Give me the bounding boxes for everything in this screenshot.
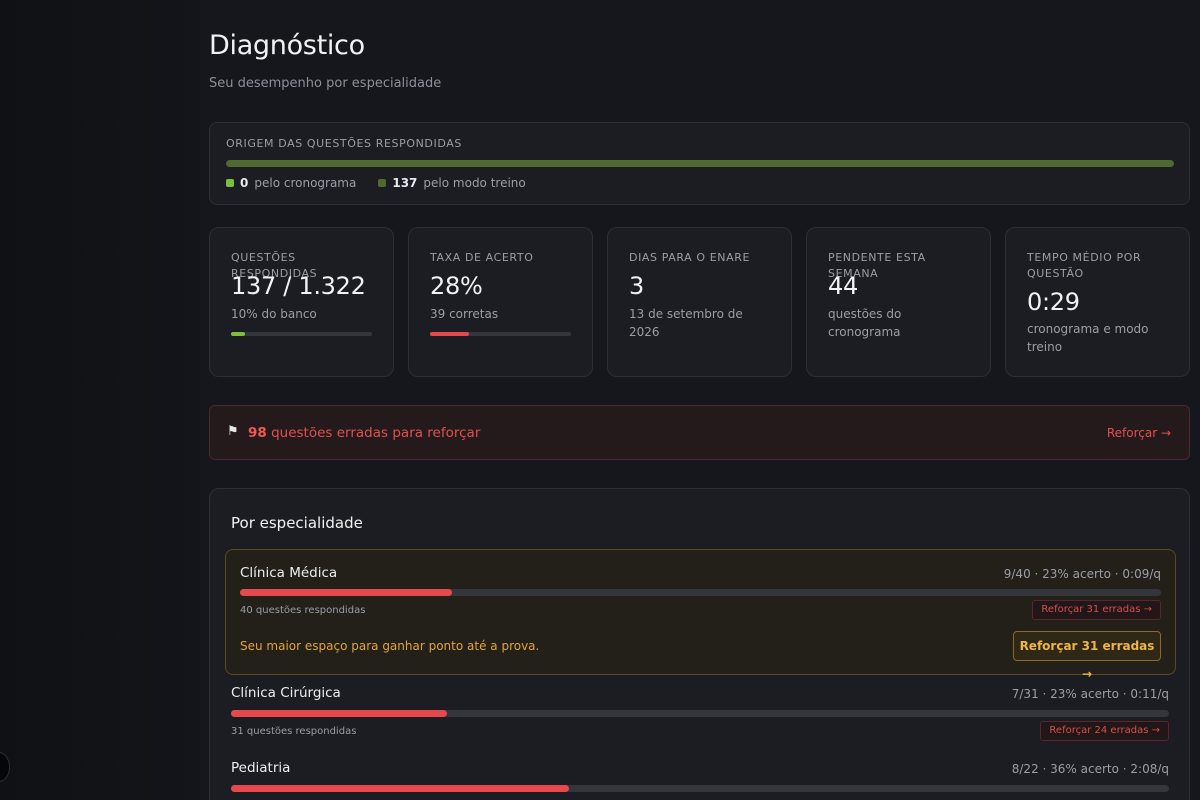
accuracy-progress-track [430, 332, 571, 336]
specialty-progress-fill [240, 589, 452, 596]
stat-card-accuracy: TAXA DE ACERTO 28% 39 corretas [408, 227, 593, 377]
stat-card-pending: PENDENTE ESTA SEMANA 44 questões do cron… [806, 227, 991, 377]
stat-value: 28% [430, 272, 483, 300]
reinforce-cta-button[interactable]: Reforçar 31 erradas → [1013, 631, 1161, 681]
schedule-swatch [226, 179, 234, 187]
specialty-hint: Seu maior espaço para ganhar ponto até a… [240, 639, 540, 653]
specialties-title: Por especialidade [231, 514, 363, 532]
answered-progress-fill [231, 332, 246, 336]
stat-sub: cronograma e modo treino [1027, 322, 1149, 354]
origin-card: ORIGEM DAS QUESTÕES RESPONDIDAS 0 pelo c… [209, 122, 1190, 205]
page-title: Diagnóstico [209, 30, 365, 61]
specialty-progress-fill [231, 785, 569, 792]
schedule-count: 0 [240, 176, 249, 190]
specialty-stats: 9/40 · 23% acerto · 0:09/q [1003, 567, 1161, 581]
stat-sub: 39 corretas [430, 307, 499, 321]
legend-schedule: 0 pelo cronograma [226, 176, 356, 190]
specialty-name: Pediatria [231, 760, 291, 776]
specialty-progress-track [231, 710, 1169, 717]
alert-text: 98 questões erradas para reforçar [248, 425, 480, 441]
stat-label: DIAS PARA O ENARE [629, 251, 751, 264]
stat-label: TEMPO MÉDIO POR QUESTÃO [1027, 251, 1142, 280]
stat-label: TAXA DE ACERTO [430, 251, 534, 264]
origin-bar [226, 160, 1174, 167]
specialty-progress-fill [231, 710, 447, 717]
schedule-label: pelo cronograma [254, 176, 357, 190]
stat-value: 3 [629, 272, 644, 300]
flag-icon: ⚑ [227, 424, 239, 439]
wrong-answers-alert: ⚑ 98 questões erradas para reforçar Refo… [209, 405, 1190, 460]
stat-sub: 10% do banco [231, 307, 317, 321]
specialties-card: Por especialidade Clínica Médica 9/40 · … [209, 488, 1190, 800]
stat-value: 137 / 1.322 [231, 272, 366, 300]
accuracy-progress-fill [430, 332, 470, 336]
legend-training: 137 pelo modo treino [378, 176, 526, 190]
reinforce-errors-button[interactable]: Reforçar 24 erradas → [1040, 721, 1169, 741]
stat-card-avg-time: TEMPO MÉDIO POR QUESTÃO 0:29 cronograma … [1005, 227, 1190, 377]
alert-count: 98 [248, 425, 267, 441]
stat-sub: questões do cronograma [828, 307, 902, 339]
specialty-row-clinica-medica[interactable]: Clínica Médica 9/40 · 23% acerto · 0:09/… [225, 549, 1176, 681]
training-swatch [378, 179, 387, 187]
diagnostic-page: Diagnóstico Seu desempenho por especiali… [0, 0, 1200, 800]
page-subtitle: Seu desempenho por especialidade [209, 76, 442, 91]
stat-value: 44 [828, 272, 858, 300]
answered-progress-track [231, 332, 372, 336]
specialty-name: Clínica Médica [240, 565, 338, 581]
alert-message: questões erradas para reforçar [271, 425, 481, 441]
stat-card-answered: QUESTÕES RESPONDIDAS 137 / 1.322 10% do … [209, 227, 394, 377]
specialty-progress-track [240, 589, 1161, 596]
reinforce-errors-button[interactable]: Reforçar 31 erradas → [1032, 600, 1161, 620]
specialty-count: 40 questões respondidas [240, 605, 366, 616]
specialty-count: 31 questões respondidas [231, 726, 357, 737]
specialty-name: Clínica Cirúrgica [231, 685, 341, 701]
stat-sub: 13 de setembro de 2026 [629, 307, 743, 339]
specialty-progress-track [231, 785, 1169, 792]
specialty-row-pediatria[interactable]: Pediatria 8/22 · 36% acerto · 2:08/q [231, 760, 1169, 800]
origin-title: ORIGEM DAS QUESTÕES RESPONDIDAS [226, 137, 462, 150]
training-label: pelo modo treino [423, 176, 526, 190]
specialty-row-clinica-cirurgica[interactable]: Clínica Cirúrgica 7/31 · 23% acerto · 0:… [231, 685, 1169, 745]
specialty-stats: 8/22 · 36% acerto · 2:08/q [1011, 762, 1169, 776]
sidebar-shade [0, 0, 200, 800]
origin-legend: 0 pelo cronograma 137 pelo modo treino [226, 176, 526, 190]
stat-value: 0:29 [1027, 288, 1080, 316]
stat-card-days: DIAS PARA O ENARE 3 13 de setembro de 20… [607, 227, 792, 377]
training-count: 137 [392, 176, 418, 190]
reinforce-link[interactable]: Reforçar → [1107, 426, 1171, 440]
specialty-stats: 7/31 · 23% acerto · 0:11/q [1011, 687, 1169, 701]
